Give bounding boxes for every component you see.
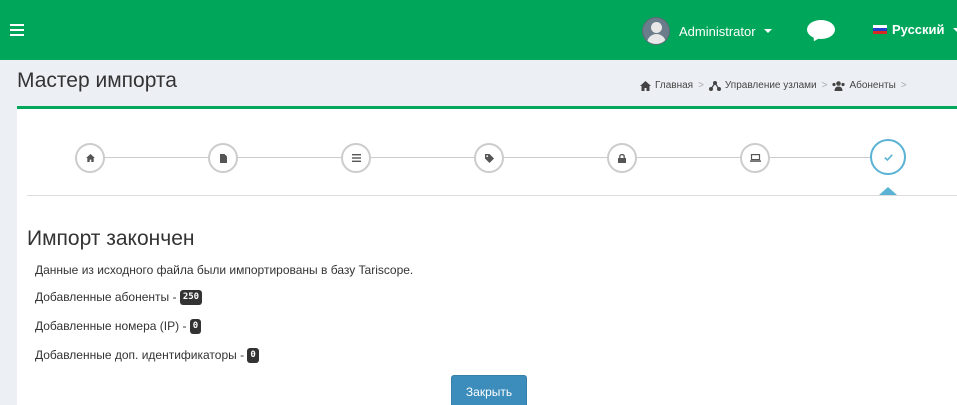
wizard-step-5[interactable] — [607, 143, 637, 173]
russian-flag-icon — [873, 24, 887, 35]
wizard-step-4[interactable] — [474, 143, 504, 173]
wizard-step-6[interactable] — [740, 143, 770, 173]
chat-icon[interactable] — [807, 20, 837, 44]
breadcrumb-separator: > — [698, 80, 704, 91]
tag-icon — [484, 153, 494, 163]
added-ids-row: Добавленные доп. идентификаторы - 0 — [35, 348, 259, 364]
breadcrumb-subscribers[interactable]: Абоненты — [832, 80, 896, 91]
list-icon — [351, 154, 361, 162]
breadcrumb-label: Абоненты — [849, 80, 896, 91]
breadcrumb-home[interactable]: Главная — [640, 80, 693, 91]
sitemap-icon — [708, 80, 721, 91]
breadcrumb-label: Управление узлами — [724, 80, 817, 91]
chevron-down-icon — [952, 27, 957, 32]
users-icon — [832, 80, 846, 91]
current-step-pointer — [879, 187, 897, 195]
added-numbers-count: 0 — [189, 319, 202, 335]
avatar — [642, 17, 670, 45]
result-title: Импорт закончен — [27, 227, 195, 250]
wizard-step-2[interactable] — [208, 143, 238, 173]
chevron-down-icon — [763, 29, 772, 33]
language-selector[interactable]: Русский — [873, 22, 957, 37]
added-numbers-label: Добавленные номера (IP) - — [35, 319, 190, 333]
added-subscribers-count: 250 — [179, 290, 203, 306]
menu-toggle-icon[interactable] — [10, 24, 24, 36]
close-button[interactable]: Закрыть — [451, 375, 527, 405]
home-icon — [85, 154, 95, 162]
top-navbar: Administrator Русский — [0, 0, 957, 60]
added-ids-label: Добавленные доп. идентификаторы - — [35, 348, 248, 362]
file-icon — [219, 153, 227, 163]
divider — [27, 195, 957, 196]
wizard-step-3[interactable] — [341, 143, 371, 173]
added-numbers-row: Добавленные номера (IP) - 0 — [35, 319, 202, 335]
language-label: Русский — [892, 22, 945, 37]
wizard-step-7-current[interactable] — [870, 139, 906, 175]
added-subscribers-label: Добавленные абоненты - — [35, 290, 180, 304]
added-ids-count: 0 — [247, 348, 259, 364]
lock-icon — [618, 153, 626, 163]
home-icon — [640, 80, 651, 91]
user-menu[interactable]: Administrator — [642, 16, 772, 46]
breadcrumb: Главная > Управление узлами > Абоненты > — [640, 80, 912, 91]
import-wizard-panel: Импорт закончен Данные из исходного файл… — [17, 106, 957, 405]
breadcrumb-separator: > — [900, 80, 907, 91]
page-title: Мастер импорта — [17, 69, 177, 92]
breadcrumb-label: Главная — [655, 80, 694, 91]
check-icon — [883, 153, 893, 161]
breadcrumb-separator: > — [821, 80, 828, 91]
breadcrumb-node-management[interactable]: Управление узлами — [708, 80, 817, 91]
wizard-step-1[interactable] — [75, 143, 105, 173]
added-subscribers-row: Добавленные абоненты - 250 — [35, 290, 203, 306]
user-name: Administrator — [679, 23, 756, 39]
result-message: Данные из исходного файла были импортиро… — [35, 263, 414, 277]
laptop-icon — [749, 154, 761, 162]
